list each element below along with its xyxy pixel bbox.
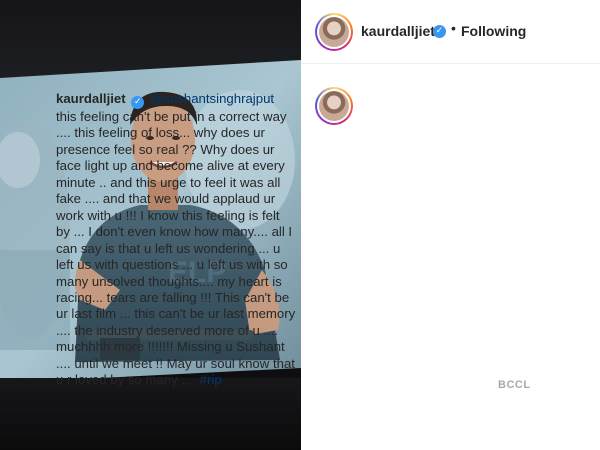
caption-verified-badge-icon: ✓ [131, 96, 145, 109]
caption-hashtag-link[interactable]: #rip [200, 372, 222, 387]
caption-username[interactable]: kaurdalljiet [56, 91, 126, 106]
caption-text: this feeling can't be put in a correct w… [56, 109, 296, 388]
media-watermark: BCCL [498, 379, 531, 391]
author-username[interactable]: kaurdalljiet [361, 23, 435, 39]
verified-badge-icon: ✓ [433, 25, 446, 38]
post-caption: kaurdalljiet ✓ @sushantsinghrajput this … [56, 91, 296, 389]
post-sidebar: kaurdalljiet ✓ • Following [301, 0, 600, 450]
caption-author-avatar[interactable] [315, 87, 353, 125]
caption-mention-link[interactable]: @sushantsinghrajput [150, 91, 274, 106]
header-separator: • [451, 20, 456, 36]
following-button[interactable]: Following [461, 23, 526, 39]
post-header: kaurdalljiet ✓ • Following [301, 0, 600, 64]
author-avatar[interactable] [315, 13, 353, 51]
media-dark-bottom [0, 378, 301, 450]
